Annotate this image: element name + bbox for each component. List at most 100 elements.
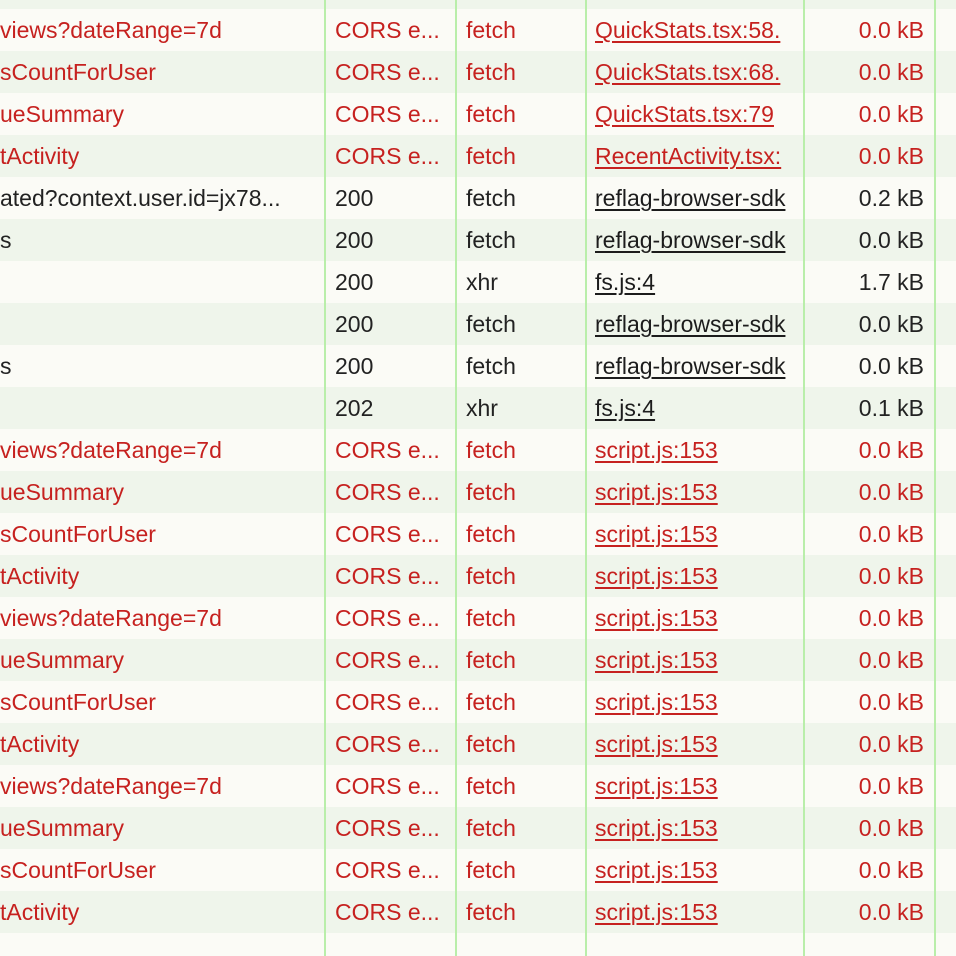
table-row[interactable]: views?dateRange=7d CORS e... fetch QuickSta… bbox=[0, 9, 956, 51]
request-name-cell bbox=[0, 387, 322, 429]
initiator-link[interactable]: script.js:153 bbox=[595, 521, 718, 547]
type-cell: fetch bbox=[466, 353, 516, 379]
initiator-cell: script.js:153 bbox=[595, 471, 801, 513]
type-cell: fetch bbox=[466, 731, 516, 757]
column-divider[interactable] bbox=[803, 0, 805, 956]
status-cell: 200 bbox=[335, 269, 374, 295]
request-name-cell: s bbox=[0, 353, 12, 379]
table-row[interactable]: ueSummary CORS e... fetch script.js:153 0.0 … bbox=[0, 807, 956, 849]
initiator-link[interactable]: reflag-browser-sdk bbox=[595, 227, 785, 253]
initiator-link[interactable]: RecentActivity.tsx: bbox=[595, 143, 781, 169]
type-cell: fetch bbox=[466, 101, 516, 127]
table-row[interactable]: tActivity CORS e... fetch script.js:153 0.0 … bbox=[0, 555, 956, 597]
status-cell: 200 bbox=[335, 311, 374, 337]
status-cell: CORS e... bbox=[335, 731, 440, 757]
initiator-link[interactable]: reflag-browser-sdk bbox=[595, 185, 785, 211]
table-row[interactable]: sCountForUser CORS e... fetch QuickStats.ts… bbox=[0, 51, 956, 93]
column-divider[interactable] bbox=[934, 0, 936, 956]
table-row[interactable]: 202 xhr fs.js:4 0.1 kB bbox=[0, 387, 956, 429]
table-row[interactable]: 200 xhr fs.js:4 1.7 kB bbox=[0, 261, 956, 303]
initiator-link[interactable]: script.js:153 bbox=[595, 605, 718, 631]
initiator-cell: script.js:153 bbox=[595, 723, 801, 765]
request-name-cell: views?dateRange=7d bbox=[0, 773, 222, 799]
request-name-cell: tActivity bbox=[0, 563, 80, 589]
initiator-cell: fs.js:4 bbox=[595, 261, 801, 303]
request-name-cell: views?dateRange=7d bbox=[0, 605, 222, 631]
initiator-cell: reflag-browser-sdk bbox=[595, 219, 801, 261]
initiator-link[interactable]: script.js:153 bbox=[595, 731, 718, 757]
table-row[interactable]: views?dateRange=7d CORS e... fetch script.j… bbox=[0, 429, 956, 471]
initiator-link[interactable]: QuickStats.tsx:79 bbox=[595, 101, 774, 127]
size-cell: 0.0 kB bbox=[858, 815, 924, 841]
initiator-cell: fs.js:4 bbox=[595, 387, 801, 429]
table-row[interactable]: sCountForUser CORS e... fetch script.js:153… bbox=[0, 681, 956, 723]
initiator-link[interactable]: QuickStats.tsx:58. bbox=[595, 17, 780, 43]
request-name-cell: sCountForUser bbox=[0, 857, 156, 883]
status-cell: CORS e... bbox=[335, 815, 440, 841]
type-cell: fetch bbox=[466, 857, 516, 883]
initiator-cell: script.js:153 bbox=[595, 807, 801, 849]
initiator-link[interactable]: reflag-browser-sdk bbox=[595, 311, 785, 337]
initiator-link[interactable]: script.js:153 bbox=[595, 647, 718, 673]
status-cell: CORS e... bbox=[335, 899, 440, 925]
initiator-cell: QuickStats.tsx:58. bbox=[595, 9, 801, 51]
table-row[interactable]: sCountForUser CORS e... fetch script.js:153… bbox=[0, 513, 956, 555]
table-row[interactable]: views?dateRange=7d CORS e... fetch script.j… bbox=[0, 597, 956, 639]
table-row[interactable]: ueSummary CORS e... fetch script.js:153 0.0 … bbox=[0, 639, 956, 681]
initiator-link[interactable]: script.js:153 bbox=[595, 899, 718, 925]
status-cell: CORS e... bbox=[335, 479, 440, 505]
status-cell: CORS e... bbox=[335, 143, 440, 169]
table-row[interactable]: s 200 fetch reflag-browser-sdk 0.0 kB bbox=[0, 345, 956, 387]
network-request-table: views?dateRange=7d CORS e... fetch QuickSta… bbox=[0, 0, 956, 956]
status-cell: CORS e... bbox=[335, 101, 440, 127]
initiator-link[interactable]: script.js:153 bbox=[595, 479, 718, 505]
request-name-cell: views?dateRange=7d bbox=[0, 17, 222, 43]
size-cell: 0.0 kB bbox=[858, 563, 924, 589]
status-cell: CORS e... bbox=[335, 59, 440, 85]
table-row[interactable]: sCountForUser CORS e... fetch script.js:153… bbox=[0, 849, 956, 891]
size-cell: 0.0 kB bbox=[858, 17, 924, 43]
request-name-cell: tActivity bbox=[0, 143, 80, 169]
status-cell: CORS e... bbox=[335, 689, 440, 715]
initiator-link[interactable]: fs.js:4 bbox=[595, 269, 655, 295]
request-name-cell: sCountForUser bbox=[0, 521, 156, 547]
request-name-cell: tActivity bbox=[0, 899, 80, 925]
type-cell: fetch bbox=[466, 143, 516, 169]
size-cell: 0.0 kB bbox=[858, 899, 924, 925]
initiator-cell: reflag-browser-sdk bbox=[595, 177, 801, 219]
table-row[interactable]: tActivity CORS e... fetch script.js:153 0.0 … bbox=[0, 891, 956, 933]
initiator-link[interactable]: script.js:153 bbox=[595, 773, 718, 799]
request-name-cell bbox=[0, 303, 322, 345]
initiator-cell: QuickStats.tsx:79 bbox=[595, 93, 801, 135]
table-row[interactable]: 200 fetch reflag-browser-sdk 0.0 kB bbox=[0, 303, 956, 345]
initiator-link[interactable]: script.js:153 bbox=[595, 437, 718, 463]
initiator-link[interactable]: script.js:153 bbox=[595, 857, 718, 883]
initiator-link[interactable]: QuickStats.tsx:68. bbox=[595, 59, 780, 85]
initiator-cell: script.js:153 bbox=[595, 429, 801, 471]
type-cell: fetch bbox=[466, 521, 516, 547]
table-row[interactable]: ueSummary CORS e... fetch QuickStats.tsx:79… bbox=[0, 93, 956, 135]
table-row[interactable]: views?dateRange=7d CORS e... fetch script.j… bbox=[0, 765, 956, 807]
table-row[interactable]: tActivity CORS e... fetch RecentActivity.ts… bbox=[0, 135, 956, 177]
column-divider[interactable] bbox=[324, 0, 326, 956]
column-divider[interactable] bbox=[585, 0, 587, 956]
table-row[interactable]: s 200 fetch reflag-browser-sdk 0.0 kB bbox=[0, 219, 956, 261]
initiator-link[interactable]: reflag-browser-sdk bbox=[595, 353, 785, 379]
type-cell: fetch bbox=[466, 899, 516, 925]
table-row[interactable]: ueSummary CORS e... fetch script.js:153 0.0 … bbox=[0, 471, 956, 513]
table-row[interactable]: tActivity CORS e... fetch script.js:153 0.0 … bbox=[0, 723, 956, 765]
initiator-cell: reflag-browser-sdk bbox=[595, 345, 801, 387]
initiator-cell: reflag-browser-sdk bbox=[595, 303, 801, 345]
initiator-link[interactable]: script.js:153 bbox=[595, 563, 718, 589]
status-cell: 200 bbox=[335, 227, 374, 253]
status-cell: CORS e... bbox=[335, 773, 440, 799]
column-divider[interactable] bbox=[455, 0, 457, 956]
table-row[interactable]: ated?context.user.id=jx78... 200 fetch refl… bbox=[0, 177, 956, 219]
initiator-link[interactable]: script.js:153 bbox=[595, 815, 718, 841]
initiator-link[interactable]: script.js:153 bbox=[595, 689, 718, 715]
size-cell: 0.1 kB bbox=[858, 395, 924, 421]
initiator-cell: QuickStats.tsx:68. bbox=[595, 51, 801, 93]
initiator-link[interactable]: fs.js:4 bbox=[595, 395, 655, 421]
status-cell: CORS e... bbox=[335, 17, 440, 43]
status-cell: CORS e... bbox=[335, 521, 440, 547]
